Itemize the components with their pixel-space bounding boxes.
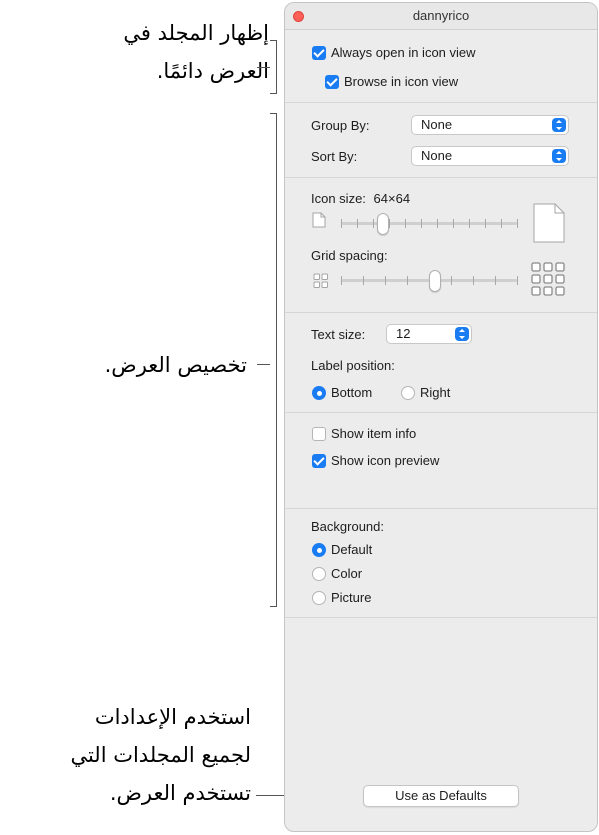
callout-line: تستخدم العرض. (109, 781, 251, 805)
divider (285, 508, 597, 509)
callout-customize: تخصيص العرض. (105, 346, 247, 384)
slider-tick (453, 219, 454, 228)
title-bar: dannyrico (285, 3, 597, 30)
slider-tick (363, 276, 364, 285)
sort-by-label: Sort By: (311, 149, 358, 164)
divider (285, 177, 597, 178)
sort-by-value: None (421, 148, 453, 163)
default-radio-label: Default (331, 542, 373, 557)
use-as-defaults-button[interactable]: Use as Defaults (363, 785, 519, 807)
right-radio[interactable] (401, 386, 415, 400)
sort-by-popup[interactable]: None (411, 146, 569, 166)
bottom-radio[interactable] (312, 386, 326, 400)
slider-tick (495, 276, 496, 285)
grid-spacing-label: Grid spacing: (311, 248, 388, 263)
slider-tick (473, 276, 474, 285)
group-by-label: Group By: (311, 118, 370, 133)
background-label: Background: (311, 519, 384, 534)
show-icon-preview-label: Show icon preview (331, 453, 440, 468)
text-size-popup[interactable]: 12 (386, 324, 472, 344)
popup-arrows-icon (552, 149, 566, 163)
divider (285, 312, 597, 313)
slider-tick (385, 276, 386, 285)
icon-size-value: 64×64 (373, 191, 411, 206)
slider-tick (389, 219, 390, 228)
slider-tick (517, 276, 518, 285)
grid-spacing-slider[interactable] (341, 270, 521, 294)
browse-checkbox[interactable] (325, 75, 339, 89)
divider (285, 617, 597, 618)
leader-middle (257, 364, 270, 365)
slider-knob[interactable] (429, 270, 441, 292)
slider-tick (341, 276, 342, 285)
color-radio-label: Color (331, 566, 363, 581)
right-radio-label: Right (420, 385, 451, 400)
text-size-value: 12 (396, 326, 411, 341)
leader-top (257, 67, 270, 68)
callout-line: استخدم الإعدادات (94, 705, 251, 729)
bracket-middle (270, 113, 277, 607)
group-by-popup[interactable]: None (411, 115, 569, 135)
callout-line: تخصيص العرض. (104, 353, 247, 377)
wide-grid-icon (531, 262, 565, 296)
icon-size-slider[interactable] (341, 213, 521, 237)
browse-label: Browse in icon view (344, 74, 459, 89)
small-file-icon (312, 212, 326, 228)
show-icon-preview-checkbox[interactable] (312, 454, 326, 468)
window-title: dannyrico (412, 8, 470, 23)
group-by-value: None (421, 117, 453, 132)
popup-arrows-icon (455, 327, 469, 341)
picture-radio-label: Picture (331, 590, 372, 605)
text-size-label: Text size: (311, 327, 366, 342)
callout-line: لجميع المجلدات التي (70, 743, 251, 767)
callout-use-defaults: استخدم الإعدادات لجميع المجلدات التي تست… (70, 698, 251, 812)
view-options-window: dannyrico Always open in icon view Brows… (284, 2, 598, 832)
always-open-checkbox[interactable] (312, 46, 326, 60)
show-item-info-label: Show item info (331, 426, 417, 441)
bracket-top (270, 40, 277, 94)
slider-tick (517, 219, 518, 228)
callout-always-open: إظهار المجلد في العرض دائمًا. (123, 14, 269, 90)
bottom-radio-label: Bottom (331, 385, 373, 400)
callout-line: العرض دائمًا. (156, 59, 269, 83)
callout-line: إظهار المجلد في (123, 21, 269, 45)
slider-tick (437, 219, 438, 228)
slider-tick (485, 219, 486, 228)
divider (285, 412, 597, 413)
tight-grid-icon (313, 273, 328, 288)
default-radio[interactable] (312, 543, 326, 557)
slider-tick (407, 276, 408, 285)
icon-size-label: Icon size: 64×64 (311, 191, 411, 206)
slider-track (341, 222, 517, 225)
large-file-icon (533, 203, 565, 243)
popup-arrows-icon (552, 118, 566, 132)
slider-knob[interactable] (377, 213, 389, 235)
color-radio[interactable] (312, 567, 326, 581)
show-item-info-checkbox[interactable] (312, 427, 326, 441)
picture-radio[interactable] (312, 591, 326, 605)
slider-tick (405, 219, 406, 228)
slider-tick (357, 219, 358, 228)
slider-tick (469, 219, 470, 228)
divider (285, 102, 597, 103)
always-open-label: Always open in icon view (331, 45, 476, 60)
slider-tick (501, 219, 502, 228)
slider-tick (421, 219, 422, 228)
slider-tick (373, 219, 374, 228)
label-position-label: Label position: (311, 358, 395, 373)
slider-tick (341, 219, 342, 228)
slider-tick (451, 276, 452, 285)
